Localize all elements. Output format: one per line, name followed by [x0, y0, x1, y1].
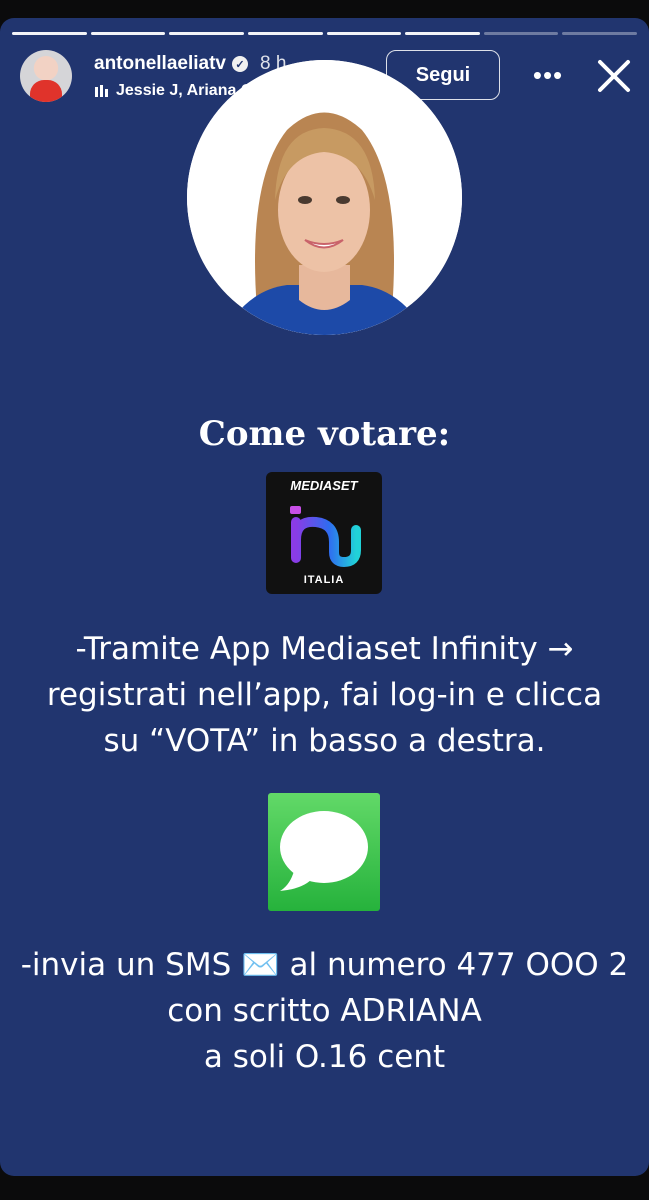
app-icon-brand: MEDIASET [290, 478, 358, 493]
story-header: antonellaeliatv ✓ 8 h Jessie J, Ariana G… [20, 50, 633, 106]
how-to-vote-title: Come votare: [198, 414, 451, 454]
progress-segment [562, 32, 637, 35]
progress-segment [169, 32, 244, 35]
verified-badge-icon: ✓ [232, 56, 248, 72]
story-time-ago: 8 h [260, 53, 287, 74]
progress-segment [405, 32, 480, 35]
profile-avatar[interactable] [20, 50, 72, 102]
music-bars-icon [95, 85, 108, 97]
username[interactable]: antonellaeliatv [94, 53, 226, 75]
close-icon[interactable] [596, 58, 632, 94]
progress-segment [483, 32, 559, 35]
instruction-app-line-2: registrati nell’app, fai log-in e clicca [46, 677, 603, 713]
instruction-sms-line-1: -invia un SMS ✉️ al numero 477 OOO 2 [20, 947, 629, 983]
progress-segment [326, 32, 402, 35]
progress-segment [247, 32, 323, 35]
username-row: antonellaeliatv ✓ 8 h [94, 53, 286, 75]
avatar-dress [30, 80, 62, 102]
progress-segment [12, 32, 87, 35]
instruction-app-line-1: -Tramite App Mediaset Infinity → [75, 631, 574, 667]
app-icon-sub: ITALIA [303, 574, 345, 586]
instruction-sms-line-3: a soli O.16 cent [203, 1039, 446, 1075]
instruction-app-line-3: su “VOTA” in basso a destra. [103, 723, 546, 759]
progress-segment [90, 32, 166, 35]
mediaset-infinity-app-icon: MEDIASET ITALIA [266, 472, 382, 594]
story-card[interactable]: antonellaeliatv ✓ 8 h Jessie J, Ariana G… [0, 18, 649, 1176]
messages-app-icon [268, 793, 380, 911]
follow-button[interactable]: Segui [386, 50, 500, 100]
story-progress-bar [12, 32, 637, 35]
chevron-right-icon: › [295, 82, 302, 99]
instruction-sms-line-2: con scritto ADRIANA [167, 993, 482, 1029]
more-options-icon[interactable]: ••• [528, 60, 568, 90]
music-sticker[interactable]: Jessie J, Ariana Gra... › [95, 82, 301, 100]
music-track-label: Jessie J, Ariana Gra... [116, 82, 282, 99]
